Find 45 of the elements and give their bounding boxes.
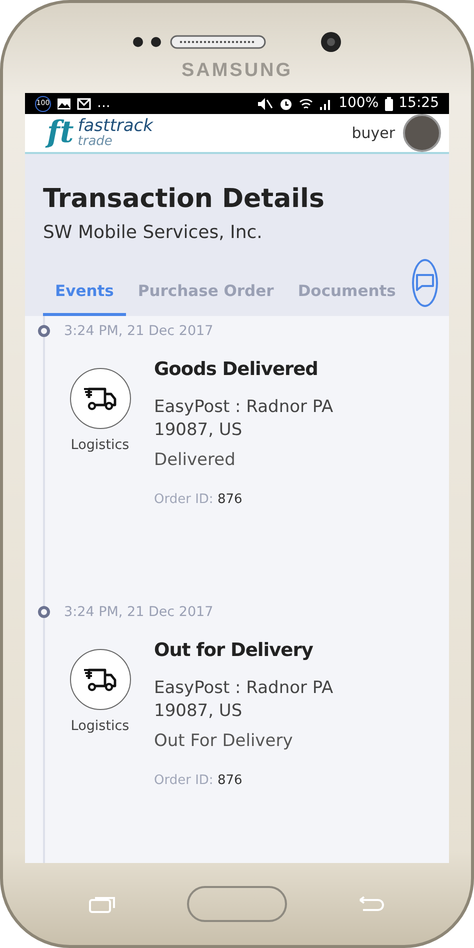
wifi-icon (298, 96, 313, 110)
truck-icon (83, 666, 117, 693)
event-location: EasyPost : Radnor PA 19087, US (154, 677, 334, 724)
image-icon (57, 98, 71, 110)
event-title: Out for Delivery (154, 639, 314, 664)
order-id-label: Order ID: (154, 492, 214, 507)
home-key[interactable] (187, 886, 287, 922)
category-label: Logistics (70, 436, 130, 456)
event-time: 3:24 PM, 21 Dec 2017 (64, 322, 214, 342)
event-time: 3:24 PM, 21 Dec 2017 (64, 603, 214, 622)
truck-icon (83, 386, 117, 412)
company-name: SW Mobile Services, Inc. (43, 221, 264, 246)
event-title: Goods Delivered (154, 358, 319, 382)
timeline-dot (38, 325, 50, 338)
mail-icon (77, 98, 91, 110)
event-location: EasyPost : Radnor PA 19087, US (154, 396, 334, 442)
alarm-icon (278, 96, 293, 110)
tab[interactable]: Documents (286, 272, 408, 316)
chat-button[interactable] (412, 259, 438, 308)
more-notifications: ... (97, 94, 110, 113)
camera-icon (320, 31, 342, 53)
speaker-grille-icon (170, 35, 266, 49)
avatar[interactable] (403, 114, 441, 152)
brand-name: SAMSUNG (181, 61, 293, 80)
timeline-dot (38, 606, 50, 618)
recent-apps-icon[interactable] (89, 895, 117, 913)
battery-percent: 100% (338, 94, 379, 113)
logo-name: fasttrack (78, 118, 153, 135)
category-label: Logistics (70, 717, 130, 736)
logo-mark: ft (47, 118, 74, 148)
user-name[interactable]: buyer (352, 122, 395, 144)
logo-tagline: trade (78, 135, 114, 148)
tab[interactable]: Purchase Order (126, 272, 286, 316)
battery-icon (384, 96, 393, 110)
event-status: Out For Delivery (154, 730, 294, 754)
sensor-icon (132, 36, 162, 48)
page-title: Transaction Details (43, 184, 326, 216)
order-id: 876 (217, 772, 242, 788)
order-id: 876 (217, 492, 242, 507)
clock-time: 15:25 (398, 94, 439, 113)
back-icon[interactable] (357, 895, 385, 913)
mute-icon (256, 96, 273, 110)
event-status: Delivered (154, 449, 236, 472)
order-id-label: Order ID: (154, 772, 214, 788)
tab[interactable]: Events (43, 272, 126, 316)
